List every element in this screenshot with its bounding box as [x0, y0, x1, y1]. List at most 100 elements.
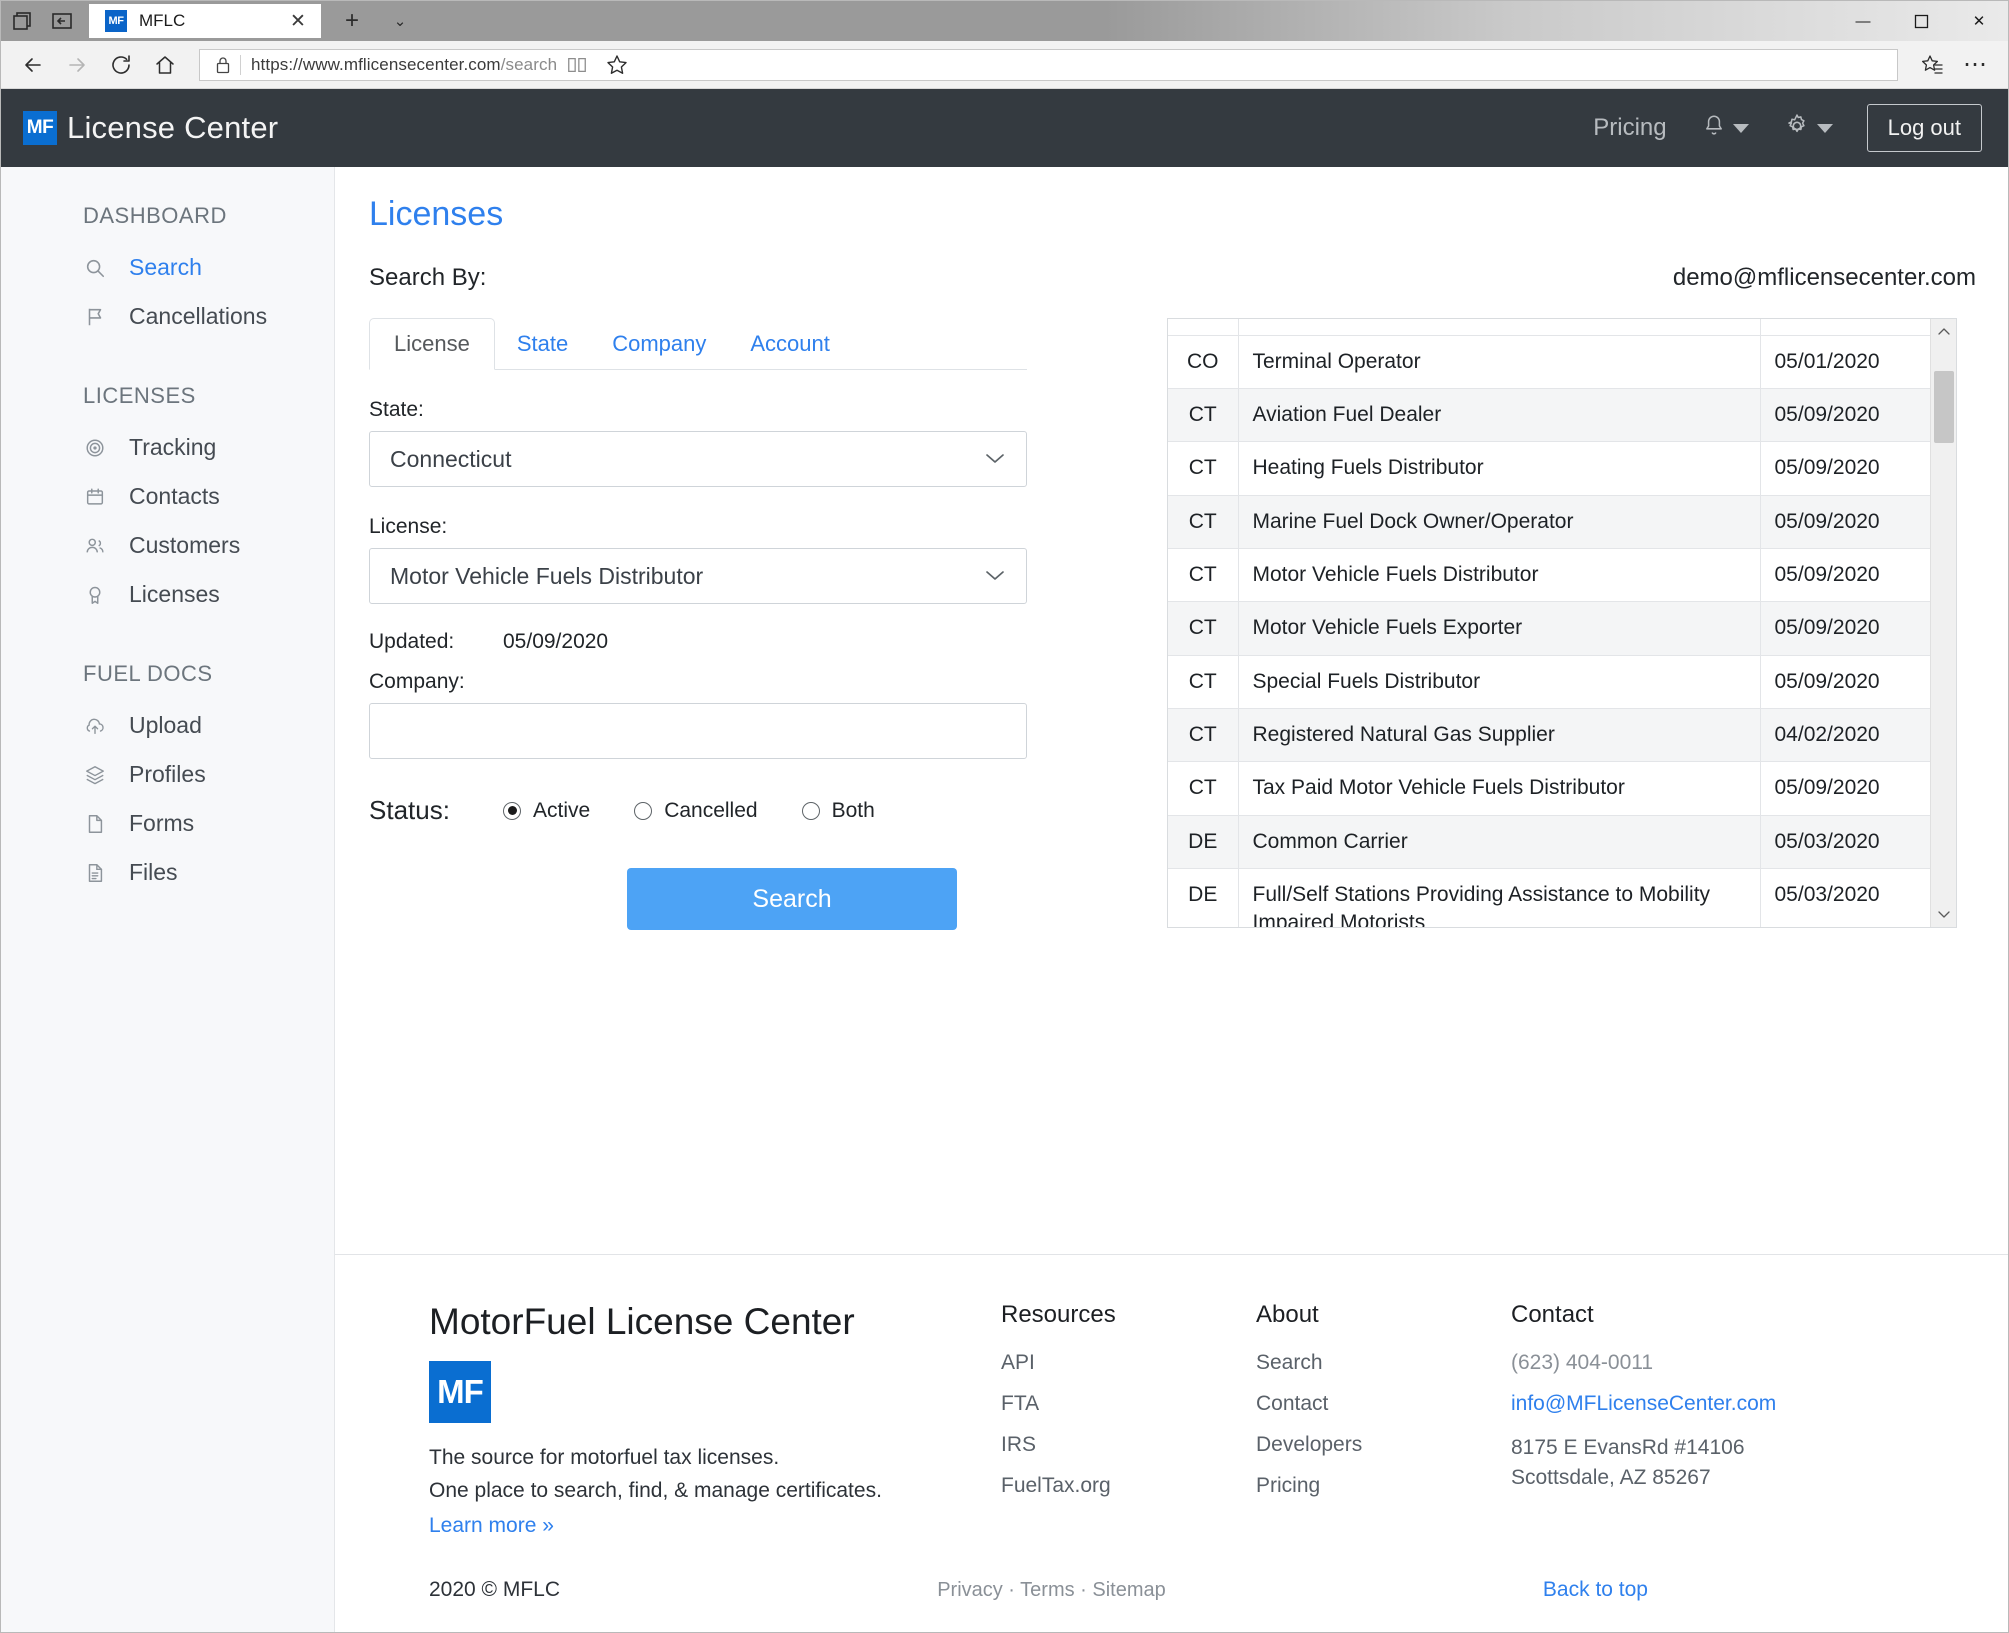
status-option-label: Cancelled: [664, 798, 758, 822]
settings-menu[interactable]: [1783, 112, 1833, 145]
footer-link-search[interactable]: Search: [1256, 1351, 1511, 1375]
table-row[interactable]: DE Full/Self Stations Providing Assistan…: [1168, 868, 1930, 927]
url-host: https://www.mflicensecenter.com: [251, 54, 501, 74]
table-row[interactable]: CT Tax Paid Motor Vehicle Fuels Distribu…: [1168, 761, 1930, 816]
cell-license: Heating Fuels Distributor: [1238, 441, 1761, 496]
learn-more-link[interactable]: Learn more »: [429, 1514, 1001, 1538]
browser-tab[interactable]: MF MFLC ✕: [89, 4, 321, 38]
table-row[interactable]: CT Heating Fuels Distributor 05/09/2020: [1168, 441, 1930, 496]
close-icon[interactable]: ✕: [285, 10, 311, 33]
set-aside-tabs-icon[interactable]: [49, 8, 75, 34]
cell-license: Terminal Operator: [1238, 335, 1761, 389]
search-button[interactable]: Search: [627, 868, 957, 930]
window-close-button[interactable]: ✕: [1950, 1, 2008, 41]
company-input[interactable]: [369, 703, 1027, 759]
back-to-top-link[interactable]: Back to top: [1543, 1578, 1648, 1602]
footer-link-pricing[interactable]: Pricing: [1256, 1474, 1511, 1498]
brand-logo-group[interactable]: MF License Center: [23, 110, 278, 146]
results-scrollbar[interactable]: [1930, 319, 1956, 927]
footer-bottom-bar: 2020 © MFLC Privacy · Terms · Sitemap Ba…: [335, 1538, 2008, 1632]
app-body: DASHBOARD Search Cancellations LICENSES …: [1, 167, 2008, 1632]
cell-license: Aviation Fuel Dealer: [1238, 388, 1761, 443]
cell-license: Tax Paid Motor Vehicle Fuels Distributor: [1238, 761, 1761, 816]
scrollbar-thumb[interactable]: [1933, 371, 1954, 443]
footer-legal-links[interactable]: Privacy · Terms · Sitemap: [937, 1579, 1166, 1602]
sidebar-item-search[interactable]: Search: [1, 243, 334, 292]
back-icon[interactable]: [13, 45, 53, 85]
cell-updated: 05/09/2020: [1760, 655, 1930, 709]
footer-column-heading: Resources: [1001, 1300, 1116, 1328]
footer-copyright: 2020 © MFLC: [429, 1578, 561, 1601]
sidebar-item-tracking[interactable]: Tracking: [1, 423, 334, 472]
footer-link-api[interactable]: API: [1001, 1351, 1256, 1375]
collections-icon[interactable]: [1912, 45, 1952, 85]
chevron-down-icon[interactable]: ⌄: [383, 4, 417, 38]
logout-button[interactable]: Log out: [1866, 104, 1982, 152]
address-bar[interactable]: https://www.mflicensecenter.com/search: [199, 48, 1898, 81]
sidebar-item-forms[interactable]: Forms: [1, 799, 334, 848]
forward-icon[interactable]: [57, 45, 97, 85]
sidebar-item-label: Customers: [129, 532, 241, 558]
radio-icon: [801, 801, 820, 820]
results-panel: demo@mflicensecenter.com CO Terminal Ope…: [1037, 264, 1980, 1254]
footer-email-link[interactable]: info@MFLicenseCenter.com: [1511, 1392, 1841, 1416]
table-row[interactable]: CT Aviation Fuel Dealer 05/09/2020: [1168, 388, 1930, 443]
header-pricing-link[interactable]: Pricing: [1593, 114, 1666, 142]
table-row[interactable]: CT Motor Vehicle Fuels Distributor 05/09…: [1168, 548, 1930, 603]
table-row[interactable]: CT Motor Vehicle Fuels Exporter 05/09/20…: [1168, 601, 1930, 656]
maximize-button[interactable]: [1892, 1, 1950, 41]
web-page: MF License Center Pricing Log out DASHBO…: [1, 89, 2008, 1632]
footer-link-irs[interactable]: IRS: [1001, 1433, 1256, 1457]
favorite-star-icon[interactable]: [597, 45, 637, 85]
tab-license[interactable]: License: [369, 318, 495, 370]
cell-state: CT: [1168, 548, 1239, 603]
reload-icon[interactable]: [101, 45, 141, 85]
status-option-active[interactable]: Active: [503, 799, 590, 823]
browser-titlebar: MF MFLC ✕ + ⌄ — ✕: [1, 1, 2008, 41]
scroll-up-icon[interactable]: [1931, 319, 1957, 345]
tab-company[interactable]: Company: [590, 319, 728, 369]
sidebar-item-contacts[interactable]: Contacts: [1, 472, 334, 521]
sidebar-item-customers[interactable]: Customers: [1, 521, 334, 570]
tab-preview-icon[interactable]: [9, 8, 35, 34]
status-option-cancelled[interactable]: Cancelled: [634, 798, 758, 823]
more-settings-icon[interactable]: ⋯: [1956, 45, 1996, 85]
footer-link-fta[interactable]: FTA: [1001, 1392, 1256, 1416]
new-tab-icon[interactable]: +: [335, 4, 369, 38]
cell-license: Special Fuels Distributor: [1238, 655, 1761, 709]
sidebar-item-cancellations[interactable]: Cancellations: [1, 292, 334, 341]
file-text-icon: [83, 861, 107, 885]
brand-name: License Center: [67, 110, 279, 145]
footer-column-contact: Contact (623) 404-0011 info@MFLicenseCen…: [1511, 1301, 1841, 1538]
award-icon: [83, 583, 107, 607]
footer-link-contact[interactable]: Contact: [1256, 1392, 1511, 1416]
footer-link-developers[interactable]: Developers: [1256, 1433, 1511, 1457]
minimize-button[interactable]: —: [1834, 1, 1892, 41]
license-select[interactable]: Motor Vehicle Fuels Distributor: [369, 548, 1027, 604]
status-option-both[interactable]: Both: [801, 799, 875, 823]
table-row[interactable]: CO Terminal Operator 05/01/2020: [1168, 335, 1930, 389]
table-row[interactable]: CT Special Fuels Distributor 05/09/2020: [1168, 655, 1930, 709]
tab-account[interactable]: Account: [728, 319, 852, 369]
sidebar-item-licenses[interactable]: Licenses: [1, 570, 334, 619]
table-row[interactable]: CT Marine Fuel Dock Owner/Operator 05/09…: [1168, 495, 1930, 549]
tab-state[interactable]: State: [495, 319, 590, 369]
sidebar-item-upload[interactable]: Upload: [1, 701, 334, 750]
table-row[interactable]: DE Common Carrier 05/03/2020: [1168, 815, 1930, 869]
target-icon: [83, 436, 107, 460]
reading-view-icon[interactable]: [557, 45, 597, 85]
sidebar-item-files[interactable]: Files: [1, 848, 334, 897]
footer-column-about: About Search Contact Developers Pricing: [1256, 1301, 1511, 1538]
file-icon: [83, 812, 107, 836]
table-row[interactable]: CT Registered Natural Gas Supplier 04/02…: [1168, 708, 1930, 763]
notifications-menu[interactable]: [1701, 113, 1749, 144]
sidebar-item-profiles[interactable]: Profiles: [1, 750, 334, 799]
scrollbar-track[interactable]: [1931, 345, 1957, 901]
state-select[interactable]: Connecticut: [369, 431, 1027, 487]
scroll-down-icon[interactable]: [1931, 901, 1957, 927]
cell-updated: 05/03/2020: [1760, 815, 1930, 869]
cell-updated: 05/09/2020: [1760, 495, 1930, 549]
cloud-upload-icon: [83, 714, 107, 738]
home-icon[interactable]: [145, 45, 185, 85]
footer-link-fueltax[interactable]: FuelTax.org: [1001, 1474, 1256, 1498]
